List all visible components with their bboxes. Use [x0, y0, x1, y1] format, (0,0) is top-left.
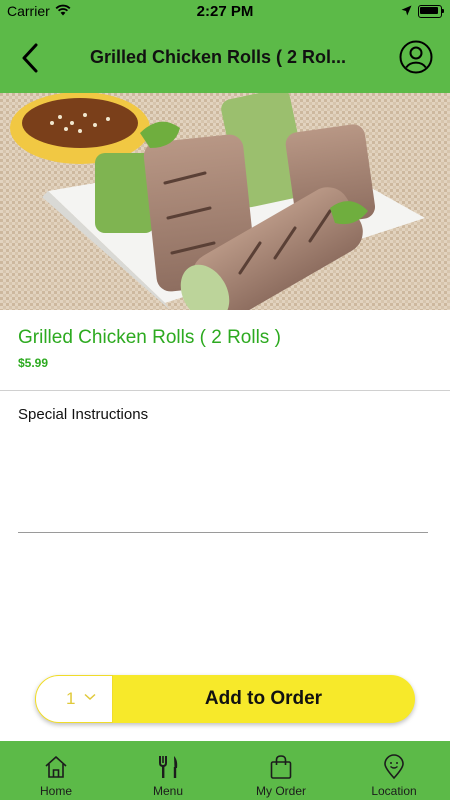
quantity-selector[interactable]: 1	[35, 675, 113, 723]
battery-icon	[418, 5, 442, 18]
tab-label: Home	[39, 784, 72, 798]
profile-button[interactable]	[399, 40, 433, 74]
tab-label: Location	[371, 784, 417, 798]
status-time: 2:27 PM	[196, 3, 254, 20]
home-icon	[45, 756, 67, 778]
chevron-down-icon	[84, 693, 96, 701]
tab-location[interactable]: Location	[338, 741, 450, 800]
header-title: Grilled Chicken Rolls ( 2 Rol...	[90, 47, 347, 67]
tab-my-order[interactable]: My Order	[225, 741, 337, 800]
tab-label: My Order	[255, 784, 306, 798]
battery-cap	[442, 9, 444, 13]
fork-knife-icon	[159, 756, 178, 778]
shopping-bag-icon	[270, 755, 292, 779]
tab-label: Menu	[152, 784, 184, 798]
item-name: Grilled Chicken Rolls ( 2 Rolls )	[18, 327, 281, 348]
chevron-left-icon	[22, 43, 38, 73]
app-header: Carrier 2:27 PM Grilled Chicken Rolls ( …	[0, 0, 450, 93]
section-divider	[0, 390, 450, 391]
user-icon	[399, 40, 433, 74]
tab-menu[interactable]: Menu	[112, 741, 224, 800]
location-pin-icon	[384, 754, 404, 780]
food-image	[0, 93, 450, 310]
item-price: $5.99	[18, 356, 49, 370]
back-button[interactable]	[16, 40, 48, 76]
order-bar: 1 Add to Order	[35, 675, 415, 723]
tab-bar: Home Menu My Order Location	[0, 741, 450, 800]
tab-home[interactable]: Home	[0, 741, 112, 800]
status-bar: Carrier 2:27 PM	[0, 0, 450, 24]
input-underline	[18, 532, 428, 533]
special-instructions-input[interactable]	[18, 430, 428, 530]
add-to-order-button[interactable]: Add to Order	[112, 675, 415, 723]
quantity-value: 1	[66, 689, 76, 708]
special-instructions-label: Special Instructions	[18, 406, 149, 423]
location-arrow-icon	[401, 5, 412, 16]
